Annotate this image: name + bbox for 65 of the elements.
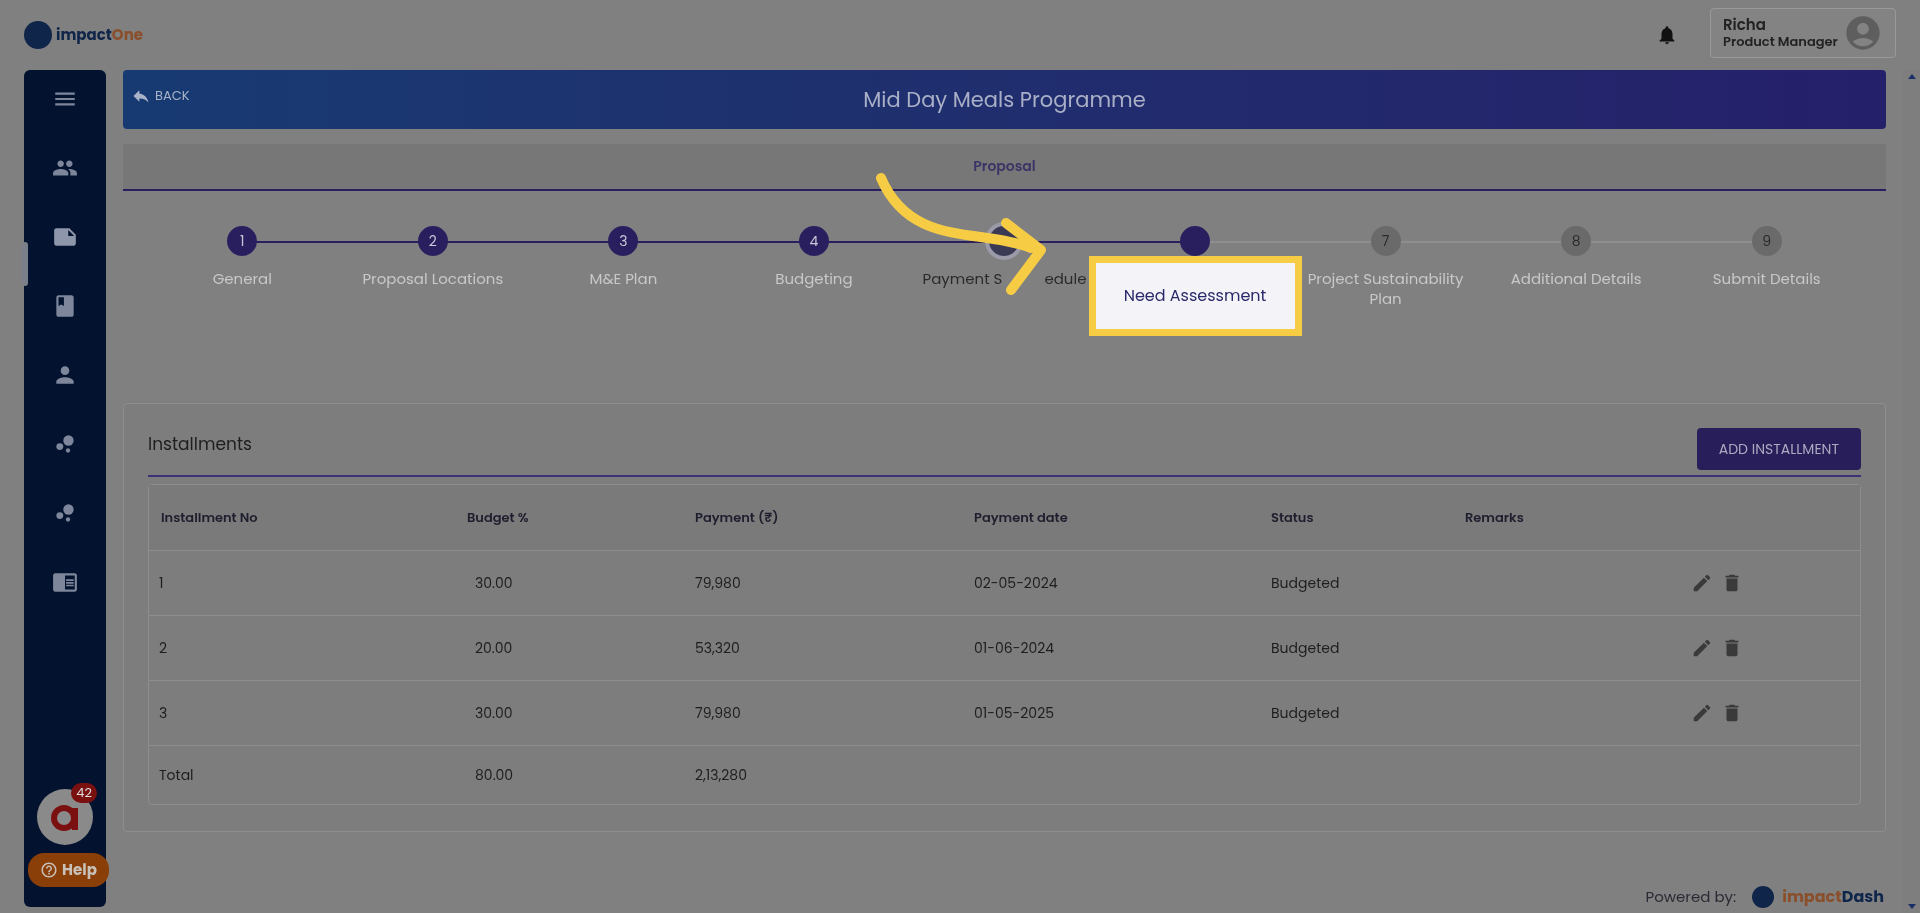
table-cell-text: 53,320	[695, 637, 741, 659]
column-header: Remarks	[1465, 507, 1525, 528]
scroll-up-icon[interactable]	[1907, 74, 1916, 79]
step-number[interactable]: 8	[1561, 226, 1592, 256]
table-cell-text: Budgeted	[1271, 637, 1341, 659]
user-role: Product Manager	[1723, 34, 1838, 51]
step-number[interactable]: 2	[417, 226, 448, 256]
table-cell-text: 30.00	[474, 572, 514, 594]
table-cell-text: 20.00	[474, 637, 514, 659]
chat-avatar[interactable]	[37, 789, 93, 845]
step-number[interactable]: 4	[798, 226, 829, 256]
user-menu[interactable]: Richa Product Manager	[1710, 8, 1896, 58]
step-label[interactable]: Additional Details	[1510, 269, 1642, 289]
column-header: Installment No	[160, 507, 259, 528]
avatar-icon	[1843, 13, 1883, 53]
total-label: Total	[158, 764, 195, 786]
chat-logo-icon	[50, 802, 80, 832]
user-name: Richa	[1723, 15, 1767, 35]
table-cell-text: 79,980	[695, 702, 742, 724]
page-title: Mid Day Meals Programme	[863, 83, 1146, 116]
table-cell-text: 79,980	[695, 572, 742, 594]
step-label[interactable]: Need Assessment	[1088, 256, 1302, 336]
notification-badge: 42	[71, 783, 97, 803]
powered-by-text: Powered by:	[1645, 885, 1737, 909]
table-cell-text: 02-05-2024	[974, 572, 1059, 594]
proposal-tab[interactable]: Proposal	[123, 144, 1886, 191]
step-label[interactable]: Budgeting	[775, 269, 853, 289]
step-number[interactable]: 3	[608, 226, 639, 256]
footer-brand: impactDash	[1782, 885, 1884, 909]
table-cell-text: Budgeted	[1271, 572, 1341, 594]
column-header: Budget %	[467, 507, 530, 528]
footer-logo-icon	[1752, 886, 1775, 908]
edit-icon[interactable]	[1691, 702, 1713, 724]
scroll-down-icon[interactable]	[1907, 904, 1916, 909]
step-number[interactable]: 9	[1751, 226, 1782, 256]
logo-icon	[24, 21, 52, 49]
step-number[interactable]: 7	[1370, 226, 1401, 256]
table-cell-text: 3	[158, 702, 169, 724]
step-label[interactable]: Payment S	[922, 269, 1003, 289]
table-cell-text: 01-06-2024	[974, 637, 1056, 659]
table-cell-text: 01-05-2025	[974, 702, 1055, 724]
step-label[interactable]: General	[212, 269, 272, 289]
step-label[interactable]: Proposal Locations	[362, 269, 504, 289]
table-cell-text: 2	[158, 637, 169, 659]
column-header: Payment date	[974, 507, 1069, 528]
table-cell-text: Budgeted	[1271, 702, 1341, 724]
step-label[interactable]: M&E Plan	[589, 269, 658, 289]
add-installment-button[interactable]: ADD INSTALLMENT	[1696, 428, 1861, 470]
table-cell-text: 2,13,280	[695, 764, 748, 786]
brand-name: impactOne	[56, 23, 143, 47]
step-label[interactable]: edule	[1044, 269, 1087, 289]
column-header: Payment (₹)	[695, 507, 780, 528]
help-icon	[40, 861, 58, 879]
table-cell-text: 80.00	[474, 764, 515, 786]
table-cell-text: 30.00	[474, 702, 514, 724]
column-header: Status	[1271, 507, 1315, 528]
step-label[interactable]: Project Sustainability Plan	[1303, 269, 1469, 309]
step-number[interactable]: 1	[227, 226, 258, 256]
section-title: Installments	[148, 432, 252, 458]
edit-icon[interactable]	[1691, 637, 1713, 659]
help-button[interactable]: Help	[28, 853, 109, 887]
step-label[interactable]: Submit Details	[1712, 269, 1821, 289]
back-button[interactable]: BACK	[131, 85, 190, 106]
table-cell-text: 1	[158, 572, 165, 594]
edit-icon[interactable]	[1691, 572, 1713, 594]
